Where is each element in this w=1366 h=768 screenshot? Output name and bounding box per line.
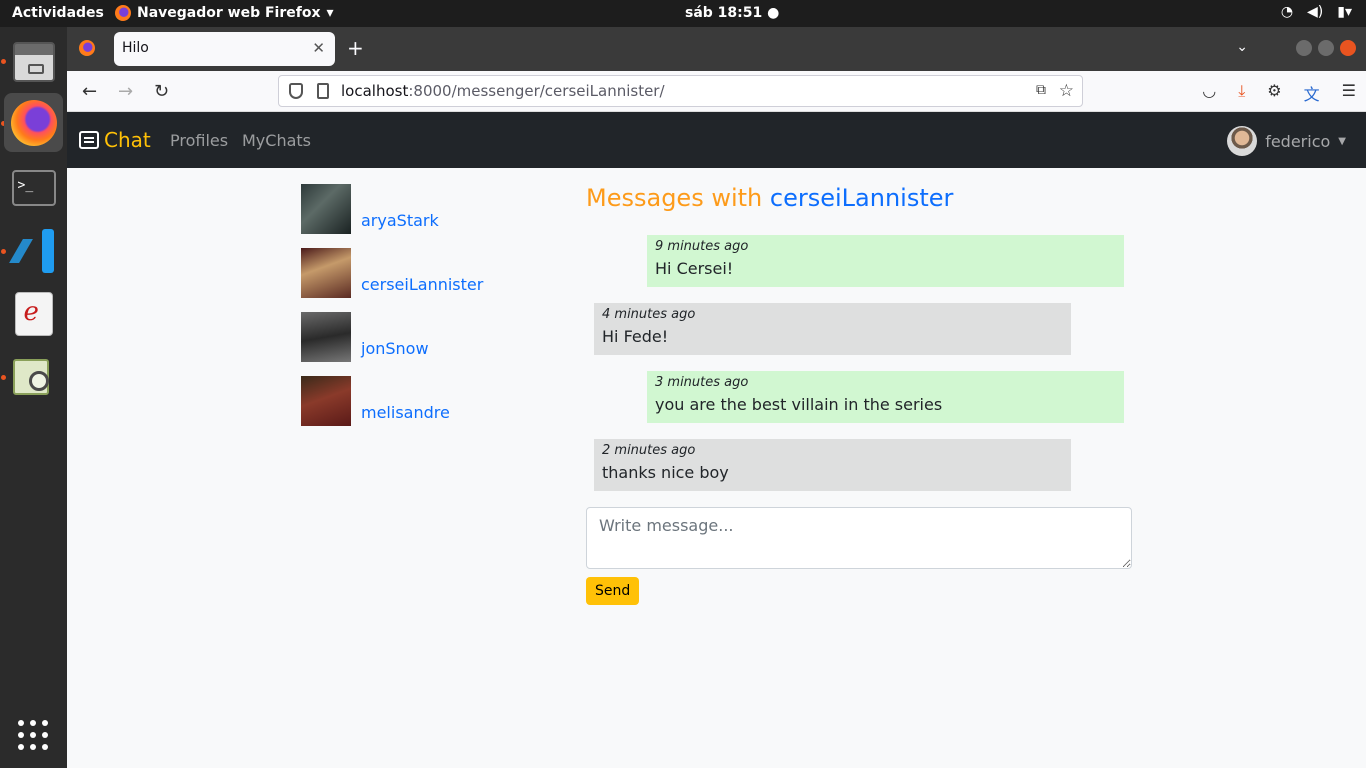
chevron-down-icon: ▾	[326, 5, 334, 21]
nav-link-mychats[interactable]: MyChats	[242, 131, 311, 150]
translate-extension-icon[interactable]: 文	[1304, 81, 1320, 105]
message-time: 3 minutes ago	[655, 375, 749, 390]
contact-link[interactable]: aryaStark	[361, 211, 439, 230]
user-menu[interactable]: federico ▼	[1227, 126, 1346, 156]
nav-link-profiles[interactable]: Profiles	[170, 131, 228, 150]
page-title: Messages with cerseiLannister	[586, 184, 1132, 212]
forward-arrow-icon[interactable]: →	[118, 81, 133, 102]
terminal-icon: >_	[11, 169, 56, 206]
image-viewer-icon	[12, 357, 55, 399]
battery-icon: ▮▾	[1337, 4, 1352, 20]
contact-avatar[interactable]	[301, 376, 351, 426]
new-tab-plus-icon[interactable]: +	[347, 36, 364, 60]
tab-title: Hilo	[122, 40, 149, 56]
volume-icon: ◀)	[1307, 4, 1324, 20]
files-icon	[12, 41, 55, 82]
show-apps-grid-icon[interactable]	[18, 720, 48, 750]
message-time: 2 minutes ago	[602, 443, 696, 458]
toolbar-buttons: ◡ ⤓ ⚙ 文 ☰	[1202, 81, 1356, 105]
contact-link[interactable]: melisandre	[361, 403, 450, 422]
brand-link[interactable]: Chat	[79, 128, 151, 152]
extension-icon[interactable]: ⚙	[1267, 81, 1281, 105]
activities-button[interactable]: Actividades	[12, 5, 104, 21]
hamburger-menu-icon[interactable]: ☰	[1342, 81, 1356, 105]
contact-link[interactable]: cerseiLannister	[361, 275, 483, 294]
contact-avatar[interactable]	[301, 248, 351, 298]
contact-avatar[interactable]	[301, 184, 351, 234]
maximize-button[interactable]	[1318, 40, 1334, 56]
firefox-view-icon[interactable]	[79, 40, 95, 56]
tab-strip: Hilo ✕ + ⌄	[67, 27, 1366, 71]
contact-link[interactable]: jonSnow	[361, 339, 429, 358]
chat-panel: Messages with cerseiLannister 9 minutes …	[586, 184, 1132, 605]
chevron-down-icon[interactable]: ⌄	[1236, 39, 1248, 55]
back-arrow-icon[interactable]: ←	[82, 81, 97, 102]
message-text: Hi Fede!	[602, 327, 669, 346]
dock-vscode[interactable]	[4, 221, 63, 280]
message-bubble-received: 4 minutes ago Hi Fede!	[594, 303, 1071, 355]
url-bar[interactable]: localhost:8000/messenger/cerseiLannister…	[278, 75, 1083, 107]
url-text[interactable]: localhost:8000/messenger/cerseiLannister…	[341, 82, 665, 100]
dock-files[interactable]	[4, 32, 63, 91]
document-viewer-icon	[14, 291, 53, 336]
message-input[interactable]	[586, 507, 1132, 569]
download-icon[interactable]: ⤓	[1238, 81, 1245, 105]
avatar	[1227, 126, 1258, 156]
url-path: :8000/messenger/cerseiLannister/	[408, 82, 665, 100]
translate-icon[interactable]: ⧉	[1036, 82, 1046, 98]
dock-image-viewer[interactable]	[4, 348, 63, 407]
firefox-icon	[10, 99, 57, 146]
message-text: you are the best villain in the series	[655, 395, 943, 414]
bookmark-star-icon[interactable]: ☆	[1059, 81, 1074, 101]
tracking-shield-icon[interactable]	[289, 83, 303, 99]
username: federico	[1265, 131, 1331, 151]
message-time: 9 minutes ago	[655, 239, 749, 254]
firefox-icon	[115, 5, 131, 21]
caret-down-icon: ▼	[1338, 135, 1346, 147]
system-tray[interactable]: ◔ ◀) ▮▾	[1281, 4, 1352, 20]
app-menu[interactable]: Navegador web Firefox ▾	[115, 5, 334, 21]
window-close-button[interactable]	[1340, 40, 1356, 56]
close-icon[interactable]: ✕	[312, 39, 325, 57]
message-text: thanks nice boy	[602, 463, 729, 482]
tab-hilo[interactable]: Hilo ✕	[114, 32, 335, 66]
wifi-icon: ◔	[1280, 4, 1294, 20]
message-time: 4 minutes ago	[602, 307, 696, 322]
dock-terminal[interactable]: >_	[4, 158, 63, 217]
contact-item: cerseiLannister	[301, 248, 561, 298]
title-prefix: Messages with	[586, 184, 763, 212]
clock[interactable]: sáb 18:51 ●	[685, 5, 779, 21]
message-bubble-sent: 3 minutes ago you are the best villain i…	[647, 371, 1124, 423]
app-menu-label: Navegador web Firefox	[137, 5, 321, 21]
message-text: Hi Cersei!	[655, 259, 734, 278]
chat-icon	[79, 131, 99, 149]
brand-label: Chat	[104, 128, 151, 152]
vscode-icon	[12, 228, 56, 273]
message-bubble-sent: 9 minutes ago Hi Cersei!	[647, 235, 1124, 287]
contacts-list: aryaStark cerseiLannister jonSnow melisa…	[301, 184, 561, 440]
dock-firefox[interactable]	[4, 93, 63, 152]
dock-document-viewer[interactable]	[4, 284, 63, 343]
chat-partner-name: cerseiLannister	[769, 184, 954, 212]
message-bubble-received: 2 minutes ago thanks nice boy	[594, 439, 1071, 491]
contact-avatar[interactable]	[301, 312, 351, 362]
window-controls	[1296, 40, 1356, 56]
contact-item: aryaStark	[301, 184, 561, 234]
site-navbar: Chat Profiles MyChats federico ▼	[67, 112, 1366, 168]
pocket-icon[interactable]: ◡	[1202, 81, 1216, 105]
contact-item: jonSnow	[301, 312, 561, 362]
clock-label: sáb 18:51	[685, 5, 763, 21]
system-top-bar: Actividades Navegador web Firefox ▾ sáb …	[0, 0, 1366, 27]
send-button[interactable]: Send	[586, 577, 640, 605]
url-host: localhost	[341, 82, 409, 100]
browser-toolbar: ← → ↻ localhost:8000/messenger/cerseiLan…	[67, 71, 1366, 112]
page-info-icon[interactable]	[317, 83, 329, 99]
minimize-button[interactable]	[1296, 40, 1312, 56]
contact-item: melisandre	[301, 376, 561, 426]
dock: >_	[0, 27, 67, 768]
reload-icon[interactable]: ↻	[154, 81, 169, 102]
